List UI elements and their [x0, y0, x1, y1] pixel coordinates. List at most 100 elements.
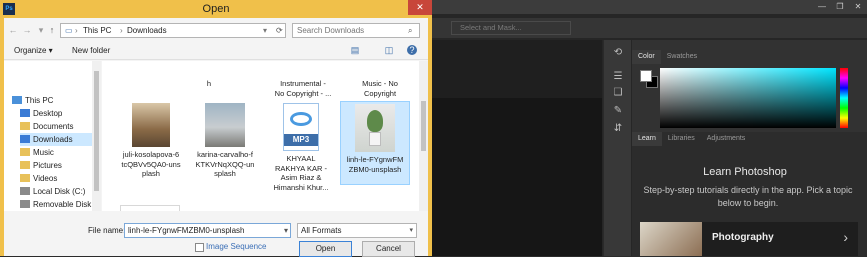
- view-options-icon[interactable]: ▤: [350, 45, 360, 55]
- computer-icon: [12, 96, 22, 104]
- close-icon[interactable]: ✕: [849, 2, 867, 12]
- help-icon[interactable]: ?: [407, 45, 417, 55]
- window-controls: — ❐ ✕: [813, 2, 867, 12]
- image-sequence-label[interactable]: Image Sequence: [206, 242, 267, 251]
- dialog-titlebar[interactable]: Ps Open ✕: [0, 0, 432, 18]
- navigation-pane: This PC Desktop Documents Downloads Musi…: [4, 61, 101, 211]
- panel-icons-column: ⟲ ☰ ❑ ✎ ⇵: [603, 40, 631, 256]
- address-bar[interactable]: ▭ › This PC › Downloads ▾: [60, 23, 286, 38]
- sidebar-item-desktop[interactable]: Desktop: [20, 107, 100, 120]
- mp3-file-icon: MP3: [283, 103, 319, 151]
- color-panel-tabs: Color Swatches: [632, 50, 703, 64]
- mp3-badge: MP3: [284, 134, 318, 146]
- sidebar-item-documents[interactable]: Documents: [20, 120, 100, 133]
- file-item-selected[interactable]: linh-le-FYgnwFM ZBM0-unsplash: [340, 101, 410, 185]
- breadcrumb-downloads[interactable]: Downloads: [127, 26, 167, 35]
- file-list-scrollbar[interactable]: [419, 61, 428, 211]
- sidebar-item-pictures[interactable]: Pictures: [20, 159, 100, 172]
- dialog-client: ← → ▾ ↑ ▭ › This PC › Downloads ▾ ⟳ ⌕ Or…: [4, 18, 428, 257]
- breadcrumb-separator: ›: [75, 26, 78, 35]
- chevron-down-icon: ▾: [409, 227, 413, 234]
- file-name-dropdown-icon[interactable]: ▾: [284, 226, 288, 235]
- learn-description: Step-by-step tutorials directly in the a…: [643, 185, 853, 208]
- canvas-area[interactable]: [432, 40, 602, 256]
- card-thumbnail: [640, 222, 702, 256]
- search-input[interactable]: [292, 23, 420, 38]
- file-format-select[interactable]: All Formats ▾: [297, 223, 417, 238]
- recent-dropdown-icon[interactable]: ▾: [36, 25, 46, 35]
- tab-color[interactable]: Color: [632, 50, 661, 64]
- documents-folder-icon: [20, 122, 30, 130]
- learn-panel-tabs: Learn Libraries Adjustments: [632, 132, 751, 146]
- sidebar-item-removable-disk[interactable]: Removable Disk: [20, 198, 100, 211]
- color-spectrum[interactable]: [660, 68, 836, 128]
- close-button[interactable]: ✕: [408, 0, 432, 15]
- preview-pane-icon[interactable]: ◫: [384, 45, 394, 55]
- up-arrow-icon[interactable]: ↑: [47, 25, 57, 35]
- navigation-row: ← → ▾ ↑ ▭ › This PC › Downloads ▾ ⟳ ⌕: [4, 20, 428, 40]
- downloads-folder-icon: [20, 135, 30, 143]
- properties-icon[interactable]: ☰: [612, 72, 624, 82]
- sidebar-item-videos[interactable]: Videos: [20, 172, 100, 185]
- address-dropdown-icon[interactable]: ▾: [263, 26, 267, 35]
- file-name-field[interactable]: [124, 223, 291, 238]
- learn-title: Learn Photoshop: [703, 166, 787, 178]
- document-canvas[interactable]: [432, 98, 602, 256]
- card-label: Photography: [712, 232, 774, 243]
- sidebar-item-downloads[interactable]: Downloads: [20, 133, 92, 146]
- photography-card[interactable]: Photography ›: [640, 222, 858, 256]
- file-name: karina-carvalho-f KTKVrNqXQQ-un splash: [195, 150, 255, 178]
- file-item[interactable]: juli-kosolapova-6 tcQBVv5QA0-uns plash: [116, 103, 186, 179]
- select-and-mask-button[interactable]: Select and Mask...: [451, 21, 571, 35]
- file-item[interactable]: h: [194, 79, 224, 89]
- usb-disk-icon: [20, 200, 30, 208]
- foreground-color-swatch[interactable]: [640, 70, 652, 82]
- file-item[interactable]: Music - No Copyright: [345, 79, 415, 98]
- minimize-icon[interactable]: —: [813, 2, 831, 12]
- open-button[interactable]: Open: [299, 241, 352, 257]
- layers-icon[interactable]: ❑: [612, 88, 624, 98]
- learn-panel: Learn Libraries Adjustments Learn Photos…: [632, 132, 867, 256]
- file-item[interactable]: Instrumental - No Copyright - ...: [264, 79, 342, 98]
- file-list[interactable]: h Instrumental - No Copyright - ... Musi…: [102, 61, 428, 211]
- sidebar-item-this-pc[interactable]: This PC: [12, 94, 92, 107]
- adjust-icon[interactable]: ⇵: [612, 124, 624, 134]
- breadcrumb-this-pc[interactable]: This PC: [83, 26, 111, 35]
- sidebar-item-music[interactable]: Music: [20, 146, 100, 159]
- forward-arrow-icon[interactable]: →: [22, 25, 32, 35]
- computer-icon: ▭: [65, 26, 73, 35]
- disk-icon: [20, 187, 30, 195]
- tab-adjustments[interactable]: Adjustments: [701, 132, 752, 146]
- navigation-scrollbar[interactable]: [92, 61, 101, 211]
- hue-slider[interactable]: [840, 68, 848, 128]
- brush-icon[interactable]: ✎: [612, 106, 624, 116]
- file-item[interactable]: karina-carvalho-f KTKVrNqXQQ-un splash: [190, 103, 260, 179]
- tab-learn[interactable]: Learn: [632, 132, 662, 146]
- vase-icon: [369, 132, 381, 146]
- file-name-label: File name:: [88, 226, 126, 235]
- tab-libraries[interactable]: Libraries: [662, 132, 701, 146]
- restore-icon[interactable]: ❐: [831, 2, 849, 12]
- cancel-button[interactable]: Cancel: [362, 241, 415, 257]
- search-icon[interactable]: ⌕: [408, 26, 412, 36]
- sidebar-item-local-disk[interactable]: Local Disk (C:): [20, 185, 100, 198]
- file-name: juli-kosolapova-6 tcQBVv5QA0-uns plash: [121, 150, 181, 178]
- audio-wave-icon: [290, 112, 312, 126]
- desktop-folder-icon: [20, 109, 30, 117]
- history-icon[interactable]: ⟲: [612, 48, 624, 58]
- file-item[interactable]: MP3 KHYAAL RAKHYA KAR - Asim Riaz & Hima…: [266, 103, 336, 192]
- image-sequence-checkbox[interactable]: [195, 243, 204, 252]
- tab-swatches[interactable]: Swatches: [661, 50, 703, 64]
- right-panels: Color Swatches Learn Libraries Adjustmen…: [632, 40, 867, 256]
- videos-folder-icon: [20, 174, 30, 182]
- file-format-value: All Formats: [301, 226, 342, 235]
- image-thumbnail-icon: [355, 104, 395, 152]
- back-arrow-icon[interactable]: ←: [8, 25, 18, 35]
- scrollbar-thumb[interactable]: [94, 71, 99, 191]
- scrollbar-thumb[interactable]: [421, 101, 426, 151]
- chevron-right-icon: ›: [843, 229, 848, 245]
- refresh-icon[interactable]: ⟳: [276, 23, 286, 38]
- new-folder-button[interactable]: New folder: [72, 46, 110, 55]
- plant-leaves-icon: [367, 110, 383, 132]
- organize-menu[interactable]: Organize ▾: [14, 46, 53, 55]
